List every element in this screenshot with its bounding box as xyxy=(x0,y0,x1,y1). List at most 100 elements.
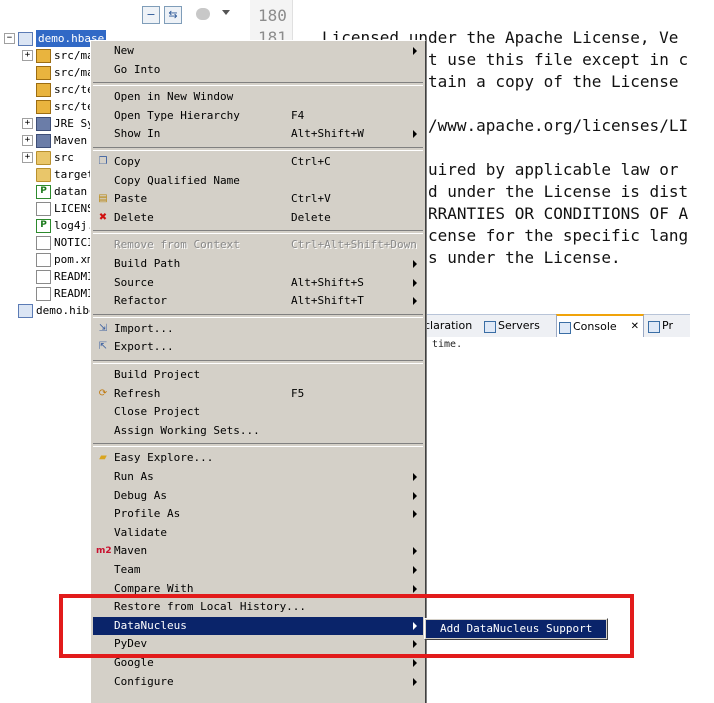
menu-item-team[interactable]: Team xyxy=(93,561,423,579)
menu-item-paste[interactable]: ▤ Paste Ctrl+V xyxy=(93,190,423,208)
code-line: RRANTIES OR CONDITIONS OF A xyxy=(428,204,689,223)
collapse-icon[interactable]: − xyxy=(4,33,15,44)
menu-item-export[interactable]: ⇱ Export... xyxy=(93,338,423,356)
submenu-arrow-icon xyxy=(413,677,417,686)
submenu-arrow-icon xyxy=(413,584,417,593)
tab-servers[interactable]: Servers xyxy=(482,315,552,337)
submenu-arrow-icon xyxy=(413,260,417,268)
tree-item-label: src xyxy=(54,151,74,164)
view-menu-icon[interactable] xyxy=(222,10,230,15)
menu-item-shortcut: Ctrl+V xyxy=(291,192,331,206)
menu-item-label: Source xyxy=(114,275,154,289)
menu-item-label: Export... xyxy=(114,340,174,354)
submenu-arrow-icon xyxy=(413,510,417,519)
menu-item-go-into[interactable]: Go Into xyxy=(93,61,423,79)
menu-item-shortcut: Alt+Shift+T xyxy=(291,294,364,308)
tree-item-label: datan xyxy=(54,185,88,198)
menu-item-open-in-new-window[interactable]: Open in New Window xyxy=(93,88,423,106)
menu-item-label: Team xyxy=(114,563,141,576)
menu-item-show-in[interactable]: Show In Alt+Shift+W xyxy=(93,125,423,143)
tree-item-label: LICENS xyxy=(54,202,94,215)
close-tab-icon[interactable]: ✕ xyxy=(631,316,639,338)
menu-item-shortcut: Ctrl+Alt+Shift+Down xyxy=(291,238,417,252)
tree-item-label: log4j. xyxy=(54,219,94,232)
delete-icon: ✖ xyxy=(98,211,108,223)
package-folder-icon xyxy=(36,83,51,97)
menu-item-profile-as[interactable]: Profile As xyxy=(93,505,423,523)
folder-icon xyxy=(36,151,51,165)
submenu-arrow-icon xyxy=(413,640,417,649)
menu-item-build-project[interactable]: Build Project xyxy=(93,366,423,384)
tree-item-label: pom.xm xyxy=(54,253,94,266)
maven-m2-icon: m2 xyxy=(96,546,112,557)
menu-item-google[interactable]: Google xyxy=(93,654,423,672)
menu-item-datanucleus[interactable]: DataNucleus xyxy=(93,616,423,635)
menu-item-copy-qualified-name[interactable]: Copy Qualified Name xyxy=(93,172,423,190)
menu-item-label: Assign Working Sets... xyxy=(114,423,260,437)
folder-open-icon: ▰ xyxy=(99,452,107,464)
tree-item-label: src/ma xyxy=(54,49,94,62)
menu-item-refactor[interactable]: Refactor Alt+Shift+T xyxy=(93,292,423,310)
menu-item-label: Open in New Window xyxy=(114,90,234,104)
submenu-arrow-icon xyxy=(413,47,417,55)
menu-item-refresh[interactable]: ⟳ Refresh F5 xyxy=(93,385,423,403)
menu-item-label: Copy Qualified Name xyxy=(114,173,240,187)
library-icon xyxy=(36,134,51,148)
menu-item-open-type-hierarchy[interactable]: Open Type Hierarchy F4 xyxy=(93,107,423,125)
submenu-arrow-icon xyxy=(413,473,417,481)
menu-item-run-as[interactable]: Run As xyxy=(93,468,423,486)
tab-label: claration xyxy=(424,319,473,332)
focus-icon[interactable] xyxy=(196,8,210,20)
menu-item-label: Paste xyxy=(114,192,148,206)
menu-separator xyxy=(93,313,423,318)
menu-item-label: Debug As xyxy=(114,488,167,502)
menu-separator xyxy=(93,443,423,448)
tab-label: Console xyxy=(573,320,617,333)
tab-claration[interactable]: claration xyxy=(422,315,480,337)
explorer-toolbar: − ⇆ xyxy=(0,0,240,30)
menu-item-restore-from-local-history[interactable]: Restore from Local History... xyxy=(93,598,423,616)
menu-item-label: PyDev xyxy=(114,637,148,651)
menu-item-remove-from-context: Remove from Context Ctrl+Alt+Shift+Down xyxy=(93,236,423,254)
menu-item-easy-explore[interactable]: ▰ Easy Explore... xyxy=(93,449,423,467)
menu-item-add-datanucleus-support[interactable]: Add DataNucleus Support xyxy=(426,620,606,638)
menu-item-pydev[interactable]: PyDev xyxy=(93,635,423,653)
menu-item-label: Compare With xyxy=(114,581,194,595)
menu-item-shortcut: F5 xyxy=(291,386,305,400)
link-with-editor-icon[interactable]: ⇆ xyxy=(164,6,182,24)
menu-item-source[interactable]: Source Alt+Shift+S xyxy=(93,274,423,292)
menu-item-compare-with[interactable]: Compare With xyxy=(93,580,423,598)
submenu-arrow-icon xyxy=(413,130,417,139)
datanucleus-submenu: Add DataNucleus Support xyxy=(424,618,608,640)
menu-item-configure[interactable]: Configure xyxy=(93,673,423,691)
tab-label: Servers xyxy=(498,319,540,332)
menu-item-import[interactable]: ⇲ Import... xyxy=(93,320,423,338)
console-view[interactable] xyxy=(410,337,690,702)
menu-separator xyxy=(93,230,423,235)
menu-item-label: Refactor xyxy=(114,294,167,308)
tree-item-label: target xyxy=(54,168,94,181)
menu-item-close-project[interactable]: Close Project xyxy=(93,403,423,421)
tab-console[interactable]: Console ✕ xyxy=(556,314,644,339)
menu-item-new[interactable]: New xyxy=(93,42,423,60)
expand-icon[interactable]: + xyxy=(22,118,33,129)
menu-item-label: Run As xyxy=(114,470,154,483)
menu-item-debug-as[interactable]: Debug As xyxy=(93,487,423,505)
menu-item-label: DataNucleus xyxy=(114,618,187,632)
collapse-all-icon[interactable]: − xyxy=(142,6,160,24)
expand-icon[interactable]: + xyxy=(22,50,33,61)
menu-item-copy[interactable]: ❐ Copy Ctrl+C xyxy=(93,153,423,171)
expand-icon[interactable]: + xyxy=(22,152,33,163)
menu-item-delete[interactable]: ✖ Delete Delete xyxy=(93,209,423,227)
refresh-icon: ⟳ xyxy=(98,387,108,399)
tab-pr[interactable]: Pr xyxy=(646,315,690,337)
menu-item-label: Copy xyxy=(114,155,141,168)
menu-item-maven[interactable]: m2 Maven xyxy=(93,542,423,560)
text-file-icon xyxy=(36,236,51,250)
menu-item-assign-working-sets[interactable]: Assign Working Sets... xyxy=(93,422,423,440)
menu-item-validate[interactable]: Validate xyxy=(93,524,423,542)
menu-separator xyxy=(93,360,423,364)
menu-item-build-path[interactable]: Build Path xyxy=(93,255,423,273)
tree-item-label: Maven xyxy=(54,134,88,147)
expand-icon[interactable]: + xyxy=(22,135,33,146)
